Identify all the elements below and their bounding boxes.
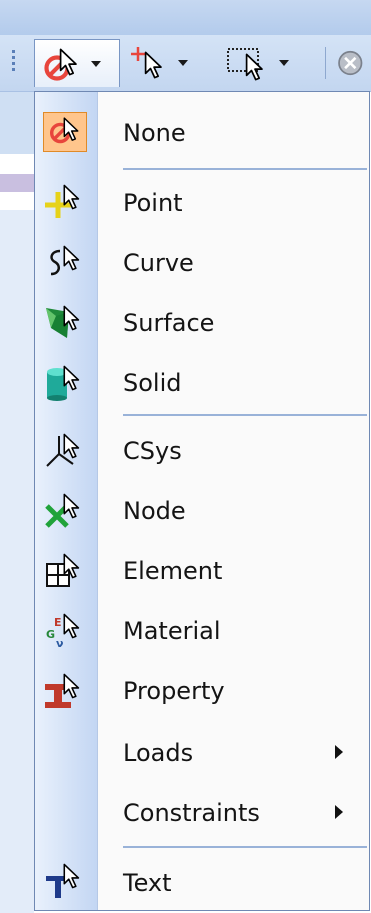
surface-icon: [46, 305, 80, 338]
menu-item-point[interactable]: Point: [35, 172, 369, 232]
clear-icon: [338, 50, 363, 76]
svg-text:ν: ν: [56, 637, 64, 650]
element-icon: [46, 553, 80, 587]
title-bar-strip: [0, 0, 371, 35]
menu-item-label: Property: [123, 677, 225, 705]
select-none-dropdown-button[interactable]: [34, 39, 120, 87]
select-none-icon: [41, 48, 77, 84]
menu-item-material[interactable]: E G ν Material: [35, 600, 369, 660]
menu-item-label: Node: [123, 497, 186, 525]
menu-item-csys[interactable]: CSys: [35, 420, 369, 480]
select-box-icon: [227, 48, 263, 81]
menu-item-curve[interactable]: Curve: [35, 232, 369, 292]
point-icon: [45, 184, 80, 218]
chevron-down-icon: [178, 60, 188, 66]
menu-item-label: Loads: [123, 739, 194, 767]
menu-item-label: Element: [123, 557, 223, 585]
menu-item-label: Material: [123, 617, 221, 645]
menu-item-label: Text: [123, 869, 172, 897]
toolbar-separator: [325, 47, 326, 79]
menu-item-loads[interactable]: Loads: [35, 722, 369, 782]
menu-item-node[interactable]: Node: [35, 480, 369, 540]
menu-item-label: Constraints: [123, 799, 260, 827]
background-panel: [0, 92, 34, 154]
menu-item-label: CSys: [123, 437, 182, 465]
svg-text:G: G: [46, 628, 55, 641]
menu-item-property[interactable]: Property: [35, 660, 369, 720]
text-icon: [46, 863, 80, 898]
menu-separator: [123, 846, 367, 848]
toolbar-grip[interactable]: [12, 50, 18, 76]
menu-item-label: Point: [123, 189, 183, 217]
background-panel: [0, 154, 34, 210]
menu-item-label: Curve: [123, 249, 194, 277]
menu-item-label: Solid: [123, 369, 182, 397]
material-icon: E G ν: [46, 613, 80, 650]
svg-text:E: E: [54, 616, 62, 629]
selection-toolbar: [0, 35, 371, 92]
menu-item-text[interactable]: Text: [35, 852, 369, 912]
menu-item-constraints[interactable]: Constraints: [35, 782, 369, 842]
menu-separator: [123, 168, 367, 170]
select-none-icon: [43, 112, 87, 152]
submenu-arrow-icon: [335, 805, 343, 819]
select-box-dropdown-button[interactable]: [225, 39, 317, 87]
menu-separator: [123, 414, 367, 416]
select-point-icon: [131, 47, 162, 79]
menu-item-label: Surface: [123, 309, 215, 337]
menu-item-element[interactable]: Element: [35, 540, 369, 600]
solid-icon: [47, 365, 80, 401]
node-icon: [45, 493, 80, 528]
csys-icon: [46, 433, 80, 467]
chevron-down-icon: [279, 60, 289, 66]
background-panel: [0, 210, 34, 913]
property-icon: [45, 673, 80, 708]
submenu-arrow-icon: [335, 745, 343, 759]
clear-selection-button[interactable]: [333, 39, 371, 87]
menu-item-label: None: [123, 119, 186, 147]
selection-type-menu: None Point Curve Surface Solid CSys Node…: [34, 91, 370, 911]
menu-item-none[interactable]: None: [35, 102, 369, 162]
menu-item-surface[interactable]: Surface: [35, 292, 369, 352]
select-point-dropdown-button[interactable]: [128, 39, 218, 87]
curve-icon: [50, 245, 80, 276]
chevron-down-icon: [91, 60, 101, 67]
menu-item-solid[interactable]: Solid: [35, 352, 369, 412]
